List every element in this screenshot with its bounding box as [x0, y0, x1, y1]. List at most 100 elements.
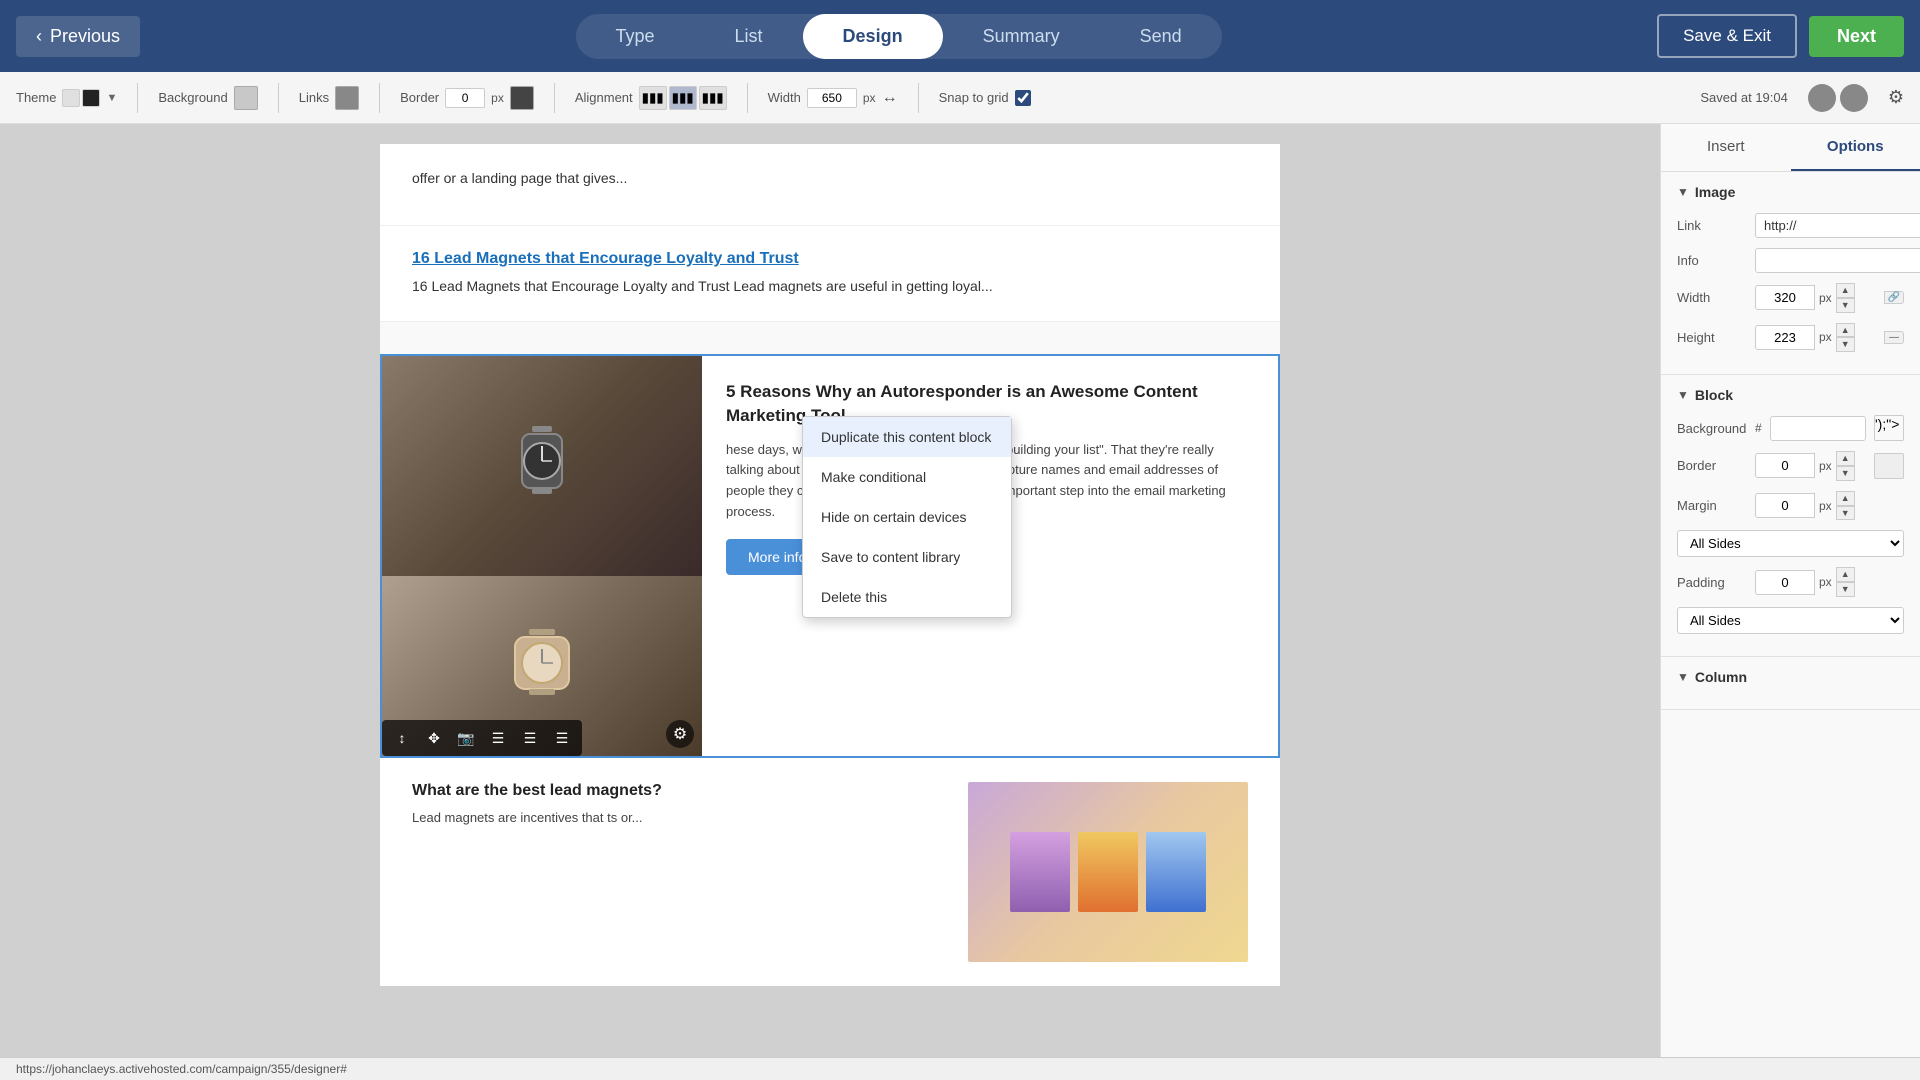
unlink-dimensions-button[interactable]: ― — [1884, 331, 1904, 344]
img-width-arrows: ▲ ▼ — [1836, 283, 1855, 313]
align-center-button[interactable]: ▮▮▮ — [669, 86, 697, 110]
block-margin-up[interactable]: ▲ — [1836, 491, 1855, 506]
block-padding-input[interactable] — [1755, 570, 1815, 595]
tab-type[interactable]: Type — [576, 14, 695, 59]
main-layout: offer or a landing page that gives... 16… — [0, 124, 1920, 1080]
width-label: Width — [768, 90, 801, 105]
theme-swatch-dark — [82, 89, 100, 107]
block-border-input[interactable] — [1755, 453, 1815, 478]
block-bg-field-row: Background # ');"> — [1677, 415, 1904, 441]
block-bg-swatch[interactable]: ');"> — [1874, 415, 1904, 441]
block-padding-sides-row: All Sides — [1677, 607, 1904, 634]
context-menu-duplicate[interactable]: Duplicate this content block — [803, 417, 1011, 457]
snap-checkbox[interactable] — [1015, 90, 1031, 106]
block-padding-sides-select[interactable]: All Sides — [1677, 607, 1904, 634]
block-border-up[interactable]: ▲ — [1836, 451, 1855, 466]
nav-tabs: Type List Design Summary Send — [576, 14, 1222, 59]
width-input[interactable] — [807, 88, 857, 108]
magazine-cover-1 — [1010, 832, 1070, 912]
width-item: Width px ↔ — [768, 88, 898, 108]
align-left-tool-button[interactable]: ☰ — [484, 724, 512, 752]
img-width-label: Width — [1677, 290, 1747, 305]
block-border-wrapper: px ▲ ▼ — [1755, 451, 1866, 481]
expand-width-icon[interactable]: ↔ — [882, 89, 898, 107]
save-exit-button[interactable]: Save & Exit — [1657, 14, 1797, 58]
watch-image-top[interactable] — [382, 356, 702, 576]
background-swatch[interactable] — [234, 86, 258, 110]
magazine-cover-2 — [1078, 832, 1138, 912]
border-color-swatch[interactable] — [510, 86, 534, 110]
image-section-title: Image — [1695, 184, 1735, 200]
block-border-down[interactable]: ▼ — [1836, 466, 1855, 481]
block-margin-down[interactable]: ▼ — [1836, 506, 1855, 521]
img-width-down[interactable]: ▼ — [1836, 298, 1855, 313]
previous-label: Previous — [50, 26, 120, 47]
context-menu-conditional[interactable]: Make conditional — [803, 457, 1011, 497]
info-label: Info — [1677, 253, 1747, 268]
tab-summary[interactable]: Summary — [943, 14, 1100, 59]
block-margin-wrapper: px ▲ ▼ — [1755, 491, 1904, 521]
panel-tab-options[interactable]: Options — [1791, 124, 1920, 171]
align-right-button[interactable]: ▮▮▮ — [699, 86, 727, 110]
watch-svg-bottom — [507, 621, 577, 711]
block-margin-sides-select[interactable]: All Sides — [1677, 530, 1904, 557]
theme-dropdown-arrow[interactable]: ▼ — [106, 92, 117, 104]
img-height-down[interactable]: ▼ — [1836, 337, 1855, 352]
image-section-header[interactable]: ▼ Image — [1677, 184, 1904, 200]
avatar-2 — [1840, 84, 1868, 112]
magazine-cover-3 — [1146, 832, 1206, 912]
toolbar-divider-3 — [379, 83, 380, 113]
image-section-toggle: ▼ — [1677, 185, 1689, 199]
next-button[interactable]: Next — [1809, 16, 1904, 57]
tab-list[interactable]: List — [695, 14, 803, 59]
move-tool-button[interactable]: ↕ — [388, 724, 416, 752]
link-label: Link — [1677, 218, 1747, 233]
block-bg-hash: # — [1755, 421, 1762, 435]
block-border-swatch[interactable] — [1874, 453, 1904, 479]
user-avatars — [1808, 84, 1868, 112]
block-padding-down[interactable]: ▼ — [1836, 582, 1855, 597]
img-width-wrapper: px ▲ ▼ — [1755, 283, 1876, 313]
link-input[interactable] — [1755, 213, 1920, 238]
align-right-tool-button[interactable]: ☰ — [548, 724, 576, 752]
img-height-unit: px — [1815, 330, 1836, 344]
link-dimensions-button[interactable]: 🔗 — [1884, 291, 1904, 304]
article-link[interactable]: 16 Lead Magnets that Encourage Loyalty a… — [412, 250, 1248, 268]
tab-send[interactable]: Send — [1100, 14, 1222, 59]
block-padding-unit: px — [1815, 575, 1836, 589]
block-padding-up[interactable]: ▲ — [1836, 567, 1855, 582]
panel-tab-insert[interactable]: Insert — [1661, 124, 1791, 171]
block-padding-arrows: ▲ ▼ — [1836, 567, 1855, 597]
align-center-tool-button[interactable]: ☰ — [516, 724, 544, 752]
top-nav: ‹ Previous Type List Design Summary Send… — [0, 0, 1920, 72]
select-tool-button[interactable]: ✥ — [420, 724, 448, 752]
previous-button[interactable]: ‹ Previous — [16, 16, 140, 57]
alignment-item: Alignment ▮▮▮ ▮▮▮ ▮▮▮ — [575, 86, 727, 110]
image-tool-button[interactable]: 📷 — [452, 724, 480, 752]
img-height-label: Height — [1677, 330, 1747, 345]
tab-design[interactable]: Design — [803, 14, 943, 59]
column-section-header[interactable]: ▼ Column — [1677, 669, 1904, 685]
block-bg-input[interactable] — [1770, 416, 1866, 441]
links-swatch[interactable] — [335, 86, 359, 110]
context-menu-hide-devices[interactable]: Hide on certain devices — [803, 497, 1011, 537]
block-section-header[interactable]: ▼ Block — [1677, 387, 1904, 403]
info-input[interactable] — [1755, 248, 1920, 273]
border-input[interactable] — [445, 88, 485, 108]
img-height-up[interactable]: ▲ — [1836, 323, 1855, 338]
border-item: Border px — [400, 86, 534, 110]
gear-overlay[interactable]: ⚙ — [666, 720, 694, 748]
img-width-up[interactable]: ▲ — [1836, 283, 1855, 298]
block-margin-input[interactable] — [1755, 493, 1815, 518]
theme-preview[interactable] — [62, 89, 100, 107]
toolbar: Theme ▼ Background Links Border px Align… — [0, 72, 1920, 124]
block-section: ▼ Block Background # ');"> Border px ▲ ▼ — [1661, 375, 1920, 657]
context-menu-save-library[interactable]: Save to content library — [803, 537, 1011, 577]
block-padding-wrapper: px ▲ ▼ — [1755, 567, 1904, 597]
img-height-input[interactable] — [1755, 325, 1815, 350]
settings-icon[interactable]: ⚙ — [1888, 87, 1904, 108]
block-margin-sides-row: All Sides — [1677, 530, 1904, 557]
img-width-input[interactable] — [1755, 285, 1815, 310]
align-left-button[interactable]: ▮▮▮ — [639, 86, 667, 110]
context-menu-delete[interactable]: Delete this — [803, 577, 1011, 617]
